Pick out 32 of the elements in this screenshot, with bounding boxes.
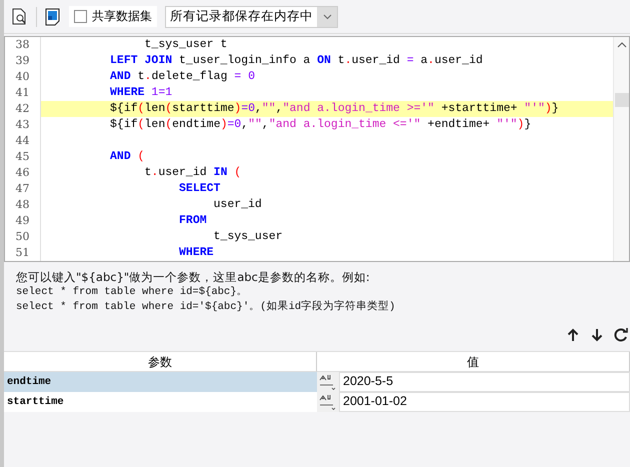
share-dataset-checkbox[interactable]: 共享数据集 bbox=[69, 6, 157, 27]
parameter-value-field[interactable]: 2020-5-5 bbox=[339, 372, 630, 392]
type-button[interactable] bbox=[317, 392, 339, 412]
code-line: AND ( bbox=[109, 149, 145, 165]
code-line: WHERE bbox=[178, 245, 214, 261]
code-line: AND t.delete_flag = 0 bbox=[109, 69, 255, 85]
parameter-name-cell[interactable]: starttime bbox=[4, 392, 317, 412]
scrollbar-thumb[interactable] bbox=[614, 93, 628, 107]
hint-text: 您可以键入"${abc}"做为一个参数，这里abc是参数的名称。例如: bbox=[16, 270, 371, 285]
scroll-up-icon[interactable] bbox=[616, 41, 626, 49]
code-line: FROM bbox=[178, 213, 207, 229]
code-line: ${if(len(starttime)=0,"","and a.login_time >='" +starttime+ "'")} bbox=[109, 101, 559, 117]
code-editor[interactable] bbox=[4, 36, 630, 262]
chevron-down-icon bbox=[322, 14, 332, 20]
code-line: LEFT JOIN t_user_login_info a ON t.user_id = a.user_id bbox=[109, 53, 483, 69]
code-line: user_id bbox=[212, 197, 262, 213]
code-line: WHERE 1=1 bbox=[109, 85, 172, 101]
code-line: t_sys_user bbox=[212, 229, 283, 245]
code-line: t.user_id IN ( bbox=[144, 165, 242, 181]
preview-icon[interactable] bbox=[12, 8, 28, 26]
parameter-value-field[interactable]: 2001-01-02 bbox=[339, 392, 630, 412]
refresh-button[interactable] bbox=[612, 326, 630, 344]
storage-select[interactable]: 所有记录都保存在内存中 bbox=[165, 6, 338, 28]
hint-text: select * from table where id=${abc}。 bbox=[16, 285, 249, 300]
dataset-icon[interactable] bbox=[45, 8, 61, 26]
code-line: ${if(len(endtime)=0,"","and a.login_time <='" +endtime+ "'")} bbox=[109, 117, 532, 133]
parameter-name-cell[interactable]: endtime bbox=[4, 372, 317, 392]
line-number: 42 bbox=[5, 101, 41, 117]
code-line: SELECT bbox=[178, 181, 220, 197]
type-button[interactable] bbox=[317, 372, 339, 392]
hint-text: select * from table where id='${abc}'。(如果id字段为字符串类型) bbox=[16, 300, 396, 315]
code-line: t_sys_user t bbox=[144, 37, 228, 53]
